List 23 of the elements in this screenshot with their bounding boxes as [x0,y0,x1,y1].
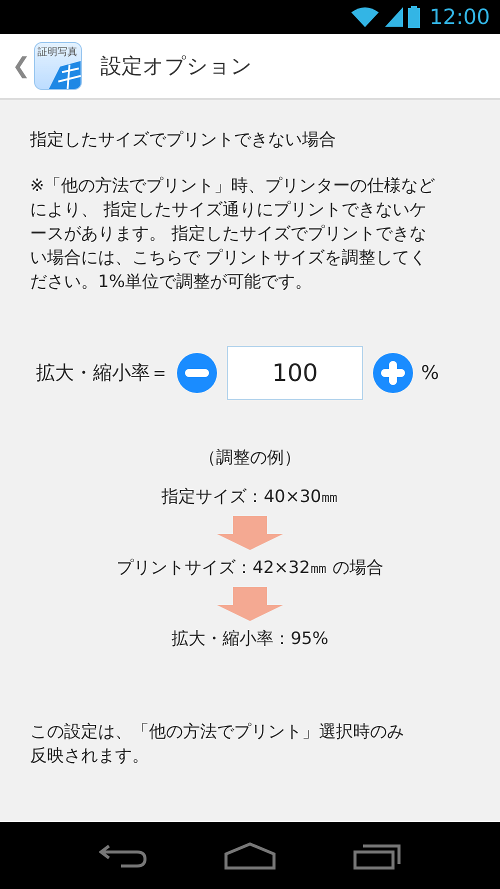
down-arrow-icon [217,587,283,621]
recent-apps-icon[interactable] [353,842,402,870]
back-button[interactable]: ❮ 証明写真 [0,42,82,90]
footer-note: この設定は、「他の方法でプリント」選択時のみ反映されます。 [30,721,405,768]
percent-unit: % [421,362,440,384]
example-step: プリントサイズ：42×32㎜ の場合 [116,556,384,579]
example-step: 指定サイズ：40×30㎜ [162,485,338,508]
note-text: ※「他の方法でプリント」時、プリンターの仕様などにより、 指定したサイズ通りにプリントできないケースがあります。 指定したサイズでプリントできない場合には、こちらで プリントサイズを調整してください。1%単位で調整が可能です。 [30,175,436,294]
screen-title: 設定オプション [100,53,252,80]
scale-label: 拡大・縮小率＝ [36,361,169,386]
home-icon[interactable] [224,842,276,870]
signal-icon [385,6,404,28]
clock: 12:00 [429,5,490,29]
example-title: （調整の例） [199,447,301,469]
down-arrow-icon [217,516,283,550]
scale-input[interactable]: 100 [227,346,363,400]
battery-icon [408,6,420,28]
app-icon: 証明写真 [34,42,82,90]
plus-button[interactable] [373,353,413,393]
wifi-icon [350,6,380,28]
section-heading: 指定したサイズでプリントできない場合 [30,129,337,152]
example-step: 拡大・縮小率：95% [172,627,328,650]
minus-button[interactable] [177,353,217,393]
